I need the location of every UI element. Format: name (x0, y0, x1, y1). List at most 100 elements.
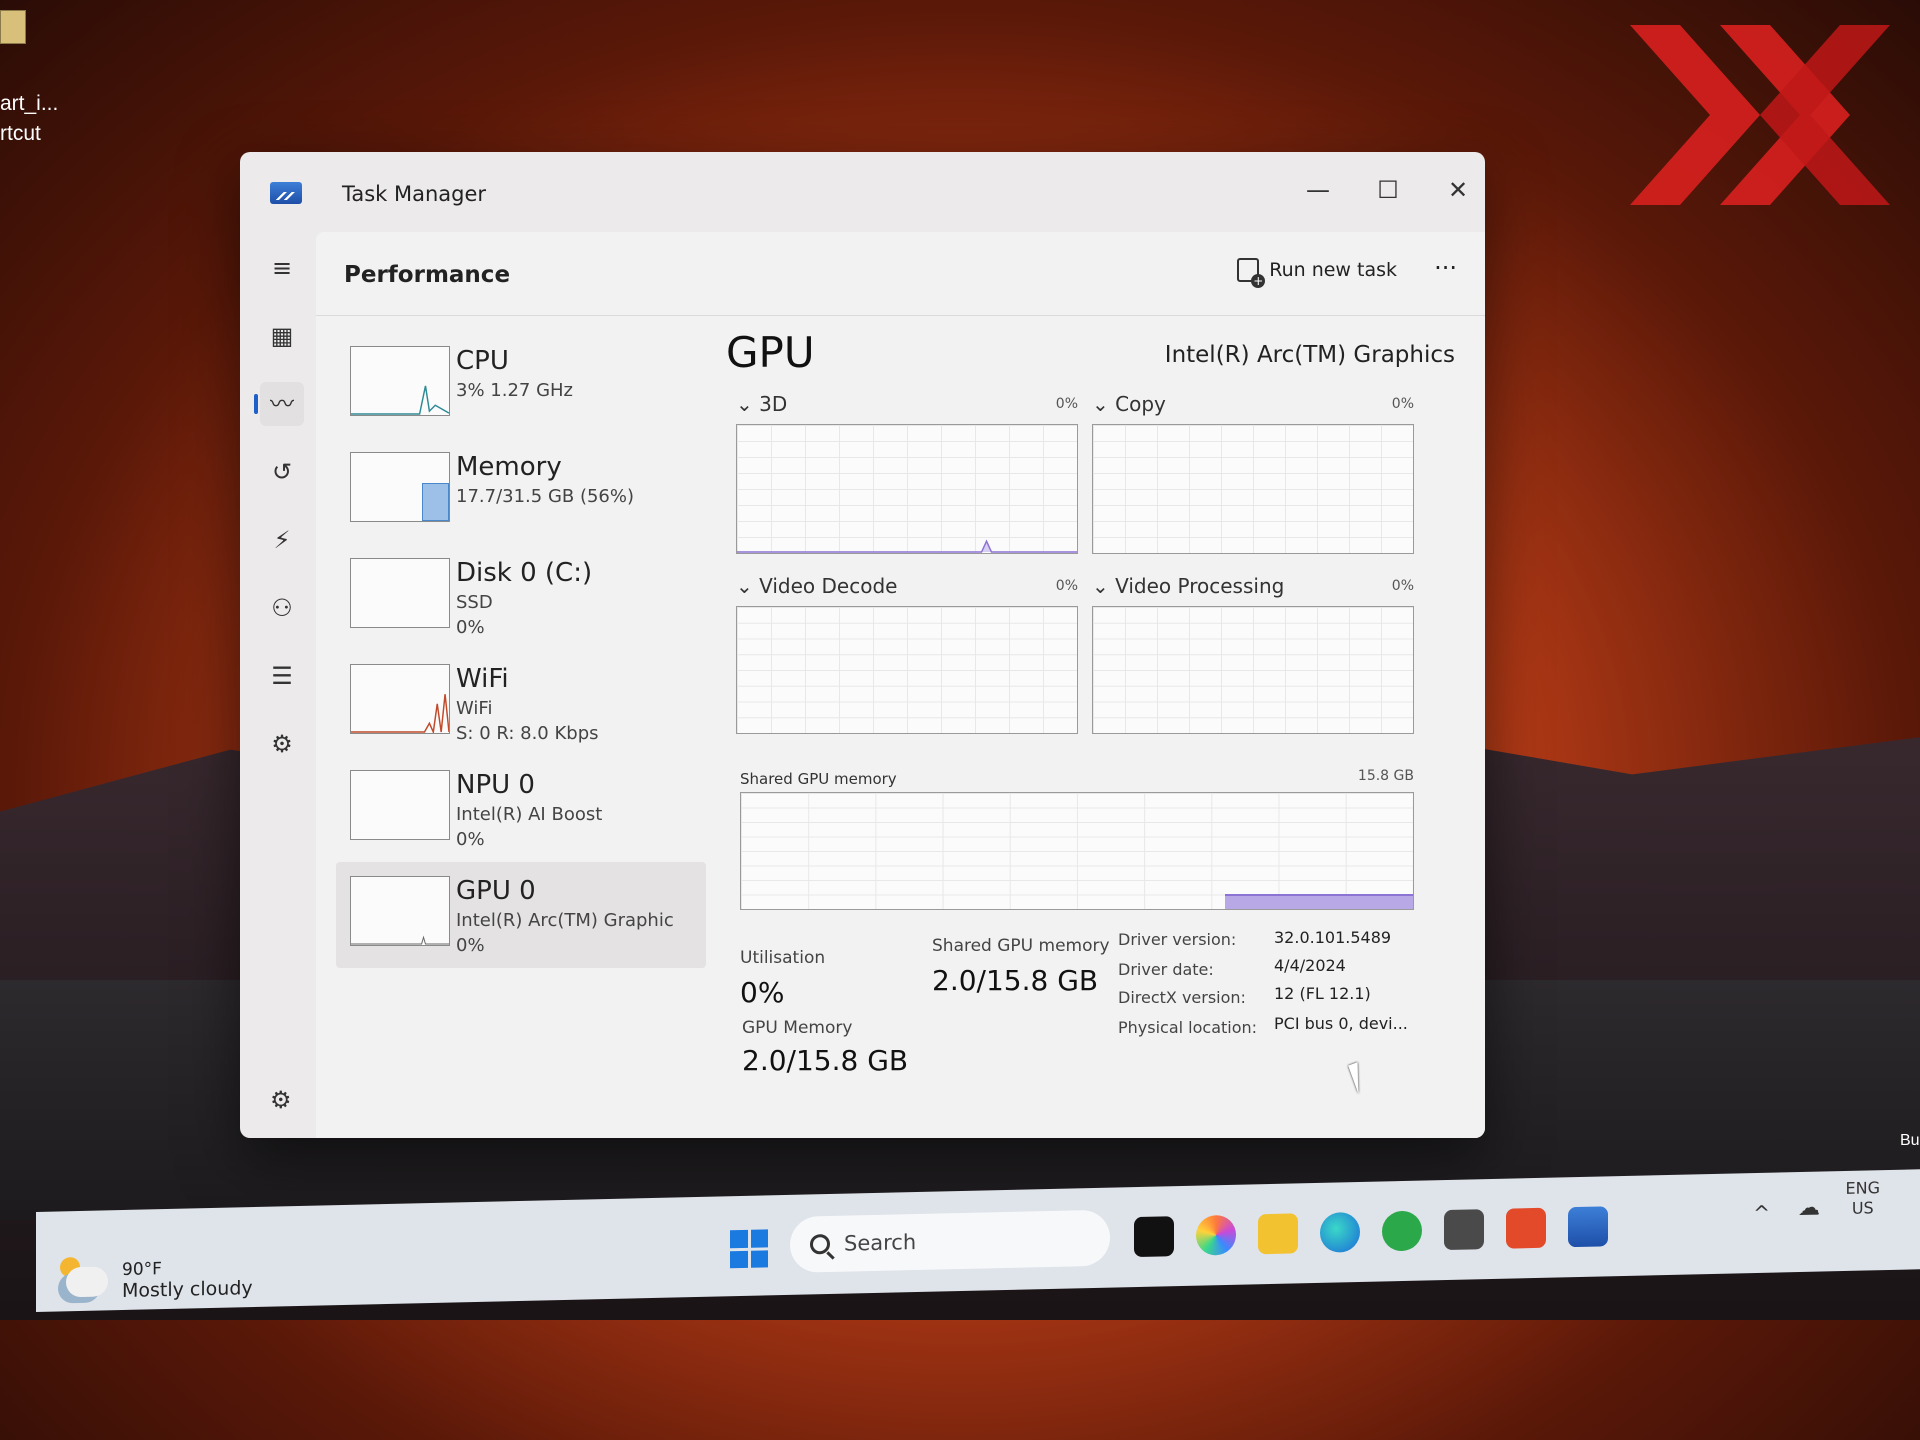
title-bar[interactable]: Task Manager — ☐ ✕ (240, 152, 1485, 232)
device-detail: Intel(R) Arc(TM) Graphic (456, 910, 674, 931)
device-usage: 0% (456, 829, 485, 850)
onedrive-cloud-icon[interactable]: ☁ (1798, 1196, 1820, 1221)
disk-thumbnail-graph (350, 558, 450, 628)
desktop-corner-text: Bu (1900, 1132, 1920, 1149)
desktop-shortcut-icon[interactable] (0, 10, 26, 44)
chevron-down-icon: ⌄ (736, 574, 753, 598)
device-detail: 17.7/31.5 GB (56%) (456, 486, 635, 507)
device-throughput: S: 0 R: 8.0 Kbps (456, 723, 599, 744)
physical-location-value: PCI bus 0, devi... (1274, 1014, 1408, 1033)
memory-thumbnail-graph (350, 452, 450, 522)
device-list: CPU 3% 1.27 GHz Memory 17.7/31.5 GB (56%… (336, 332, 706, 968)
file-explorer-icon[interactable] (1258, 1213, 1298, 1255)
settings-gear-icon[interactable]: ⚙ (270, 1086, 292, 1114)
graph-video-processing: ⌄ Video Processing 0% (1092, 574, 1414, 734)
driver-date-key: Driver date: (1118, 960, 1214, 979)
device-detail: Intel(R) AI Boost (456, 804, 603, 825)
task-manager-app-icon (270, 182, 302, 204)
shared-memory-graph-max: 15.8 GB (1357, 768, 1414, 784)
physical-location-key: Physical location: (1118, 1018, 1258, 1037)
run-task-icon (1237, 258, 1266, 288)
performance-icon[interactable]: 〰 (254, 382, 304, 426)
services-icon[interactable]: ⚙ (260, 722, 304, 766)
device-gpu[interactable]: GPU 0 Intel(R) Arc(TM) Graphic 0% (336, 862, 706, 968)
maximize-button[interactable]: ☐ (1363, 170, 1413, 210)
device-usage: 0% (456, 617, 485, 638)
graph-video-decode-percent: 0% (1055, 578, 1078, 594)
device-name: Memory (456, 452, 562, 482)
window-title: Task Manager (342, 182, 487, 206)
camera-icon[interactable] (1444, 1209, 1484, 1251)
utilisation-value: 0% (740, 976, 785, 1009)
chevron-down-icon: ⌄ (1092, 392, 1109, 416)
minimize-button[interactable]: — (1293, 170, 1343, 210)
device-npu[interactable]: NPU 0 Intel(R) AI Boost 0% (336, 756, 706, 862)
search-icon (810, 1233, 830, 1255)
run-new-task-button[interactable]: Run new task (1237, 258, 1397, 288)
run-new-task-label: Run new task (1269, 259, 1397, 281)
green-app-icon[interactable] (1382, 1210, 1422, 1252)
more-options-icon[interactable]: ··· (1434, 254, 1457, 282)
startup-apps-icon[interactable]: ⚡ (260, 518, 304, 562)
partly-cloudy-icon (66, 1266, 108, 1298)
cpu-thumbnail-graph (350, 346, 450, 416)
device-name: Disk 0 (C:) (456, 558, 593, 588)
graph-3d-percent: 0% (1055, 396, 1078, 412)
graph-copy-plot (1092, 424, 1414, 554)
details-icon[interactable]: ☰ (260, 654, 304, 698)
device-memory[interactable]: Memory 17.7/31.5 GB (56%) (336, 438, 706, 544)
graph-3d: ⌄ 3D 0% (736, 392, 1078, 554)
chevron-down-icon: ⌄ (736, 392, 753, 416)
npu-thumbnail-graph (350, 770, 450, 840)
red-app-icon[interactable] (1506, 1207, 1546, 1249)
weather-widget[interactable]: 90°F Mostly cloudy (66, 1257, 253, 1303)
desktop-shortcut-label-2[interactable]: rtcut (0, 122, 41, 146)
gpu-memory-value: 2.0/15.8 GB (742, 1044, 909, 1077)
graph-shared-gpu-memory: Shared GPU memory 15.8 GB (740, 768, 1414, 910)
desktop-shortcut-label[interactable]: art_i... (0, 92, 58, 116)
chevron-down-icon: ⌄ (1092, 574, 1109, 598)
gpu-memory-label: GPU Memory (742, 1018, 853, 1038)
graph-video-decode-label[interactable]: ⌄ Video Decode (736, 574, 897, 598)
shared-memory-plot (740, 792, 1414, 910)
gpu-thumbnail-graph (350, 876, 450, 946)
graph-copy-label[interactable]: ⌄ Copy (1092, 392, 1166, 416)
navigation-sidebar: ≡ ▦ 〰 ↺ ⚡ ⚇ ☰ ⚙ ⚙ (240, 232, 316, 1138)
graph-3d-plot (736, 424, 1078, 554)
shared-memory-fill (1224, 894, 1413, 909)
close-button[interactable]: ✕ (1433, 170, 1483, 210)
edge-browser-icon[interactable] (1320, 1211, 1360, 1253)
device-wifi[interactable]: WiFi WiFi S: 0 R: 8.0 Kbps (336, 650, 706, 756)
taskbar-search-box[interactable]: Search (790, 1209, 1110, 1273)
graph-copy: ⌄ Copy 0% (1092, 392, 1414, 554)
hamburger-icon[interactable]: ≡ (260, 246, 304, 290)
device-name: GPU 0 (456, 876, 536, 906)
watermark-logo (1630, 25, 1890, 205)
graph-3d-label[interactable]: ⌄ 3D (736, 392, 787, 416)
graph-video-decode-plot (736, 606, 1078, 734)
processes-icon[interactable]: ▦ (260, 314, 304, 358)
driver-version-key: Driver version: (1118, 930, 1237, 949)
copilot-icon[interactable] (1196, 1214, 1236, 1256)
device-detail: 3% 1.27 GHz (456, 380, 574, 401)
windows-start-icon[interactable] (730, 1229, 768, 1269)
weather-condition: Mostly cloudy (122, 1277, 253, 1303)
shared-memory-graph-label: Shared GPU memory (740, 770, 897, 788)
device-name: NPU 0 (456, 770, 535, 800)
graph-video-processing-label[interactable]: ⌄ Video Processing (1092, 574, 1284, 598)
device-detail: WiFi (456, 698, 493, 719)
directx-version-key: DirectX version: (1118, 988, 1246, 1007)
device-cpu[interactable]: CPU 3% 1.27 GHz (336, 332, 706, 438)
task-manager-window: Task Manager — ☐ ✕ ≡ ▦ 〰 ↺ ⚡ ⚇ ☰ ⚙ ⚙ Per… (240, 152, 1485, 1138)
driver-version-value: 32.0.101.5489 (1274, 928, 1392, 947)
graph-video-processing-plot (1092, 606, 1414, 734)
task-manager-taskbar-icon[interactable] (1568, 1206, 1608, 1248)
task-view-icon[interactable] (1134, 1216, 1174, 1258)
tray-chevron-up-icon[interactable]: ^ (1753, 1201, 1770, 1225)
language-indicator[interactable]: ENG US (1846, 1178, 1880, 1219)
graph-video-decode: ⌄ Video Decode 0% (736, 574, 1078, 734)
gpu-model-name: Intel(R) Arc(TM) Graphics (1164, 342, 1455, 368)
app-history-icon[interactable]: ↺ (260, 450, 304, 494)
users-icon[interactable]: ⚇ (260, 586, 304, 630)
device-disk[interactable]: Disk 0 (C:) SSD 0% (336, 544, 706, 650)
